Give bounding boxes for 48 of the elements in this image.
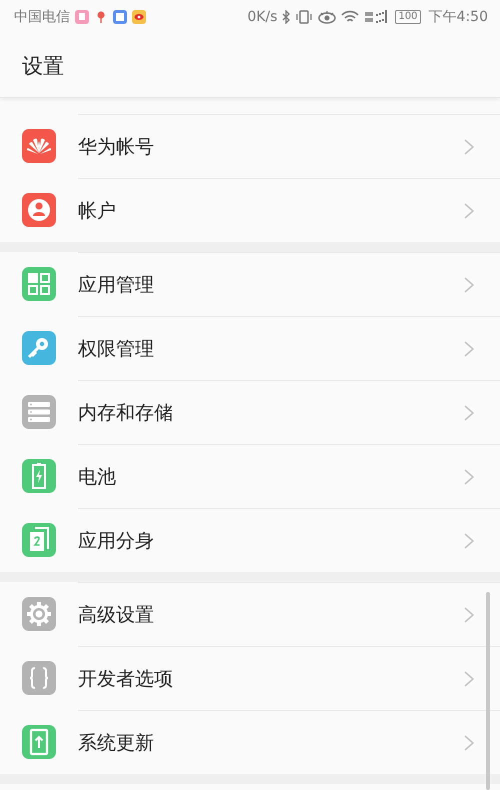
phone-update-icon [22,725,56,759]
item-label: 电池 [78,464,116,490]
item-label: 高级设置 [78,602,154,628]
vibrate-icon [295,10,314,24]
chevron-right-icon [464,532,474,548]
clock-time: 下午4:50 [428,8,488,26]
key-icon [22,331,56,365]
settings-item[interactable]: 华为帐号 [0,114,500,178]
app-icon [113,10,127,24]
battery-charging-icon [22,459,56,493]
chevron-right-icon [464,340,474,356]
network-speed: 0K/s [247,9,278,25]
item-label: 帐户 [78,198,116,224]
grid-icon [22,267,56,301]
item-label: 应用管理 [78,272,154,298]
item-label: 应用分身 [78,528,154,554]
item-label: 开发者选项 [78,666,173,692]
twin-app-icon [22,523,56,557]
chevron-right-icon [464,202,474,218]
settings-item[interactable]: 应用分身 [0,508,500,572]
item-label: 权限管理 [78,336,154,362]
wifi-icon [341,10,360,24]
settings-item[interactable]: 帐户 [0,178,500,242]
settings-item[interactable]: 电池 [0,444,500,508]
chevron-right-icon [464,468,474,484]
bluetooth-icon [282,10,290,24]
chevron-right-icon [464,734,474,750]
settings-item[interactable]: 应用管理 [0,252,500,316]
item-label: 华为帐号 [78,134,154,160]
page-title: 设置 [22,52,64,80]
item-label: 内存和存储 [78,400,173,426]
storage-icon [22,395,56,429]
chevron-right-icon [464,404,474,420]
carrier-name: 中国电信 [14,8,70,26]
person-icon [22,193,56,227]
settings-item[interactable]: 权限管理 [0,316,500,380]
chevron-right-icon [464,276,474,292]
settings-item[interactable]: 内存和存储 [0,380,500,444]
gear-icon [22,597,56,631]
eye-icon [132,10,146,24]
app-icon [75,10,89,24]
item-label: 系统更新 [78,730,154,756]
chevron-right-icon [464,670,474,686]
chevron-right-icon [464,138,474,154]
battery-level: 100 [398,11,418,23]
chevron-right-icon [464,606,474,622]
eye-icon [318,10,336,24]
braces-icon [22,661,56,695]
